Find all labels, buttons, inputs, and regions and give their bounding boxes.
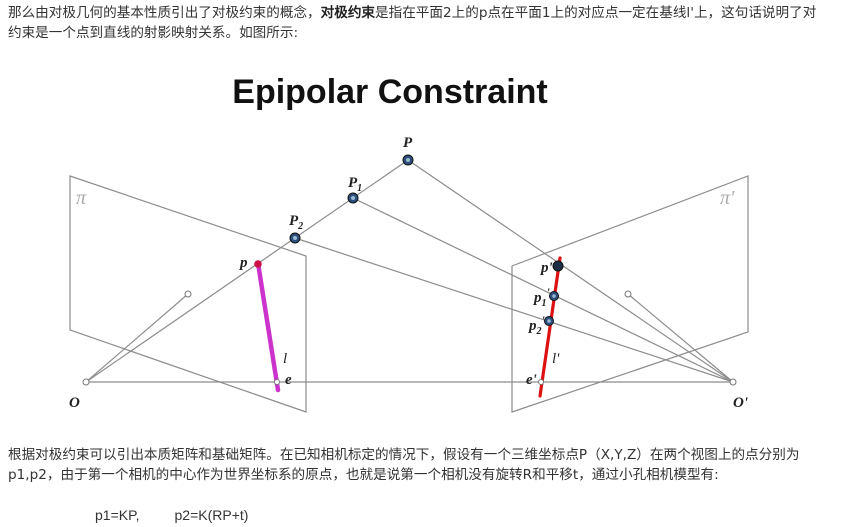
projection-formula: p1=KP, p2=K(RP+t) — [95, 507, 249, 523]
figure-title: Epipolar Constraint — [232, 73, 547, 111]
label-e-prime: e' — [526, 372, 537, 388]
right-small-point — [624, 290, 632, 298]
left-epipolar-line — [255, 260, 281, 393]
intro-text-after: 是指在平面2上的p点在平面1上的对应点一定在基线l'上，这句话说明了对 — [375, 5, 817, 21]
label-plane-right: π' — [720, 187, 735, 209]
label-P: P — [403, 135, 413, 151]
intro-paragraph: 那么由对极几何的基本性质引出了对极约束的概念，对极约束是指在平面2上的p点在平面… — [8, 3, 844, 43]
ray-P2-to-O-prime — [294, 237, 734, 383]
ray-P-to-O-prime — [407, 159, 734, 383]
label-p: p — [238, 255, 248, 271]
right-aux-ray — [627, 293, 734, 383]
intro-bold-term: 对极约束 — [320, 5, 376, 21]
label-l-prime: l' — [552, 351, 560, 367]
ray-P1-to-O-prime — [352, 197, 734, 383]
intro-text-line2: 约束是一个点到直线的射影映射关系。如图所示: — [8, 25, 299, 41]
epipolar-constraint-figure: Epipolar Constraint π π' P P1 P2 p l e O… — [69, 73, 749, 413]
camera-center-O — [82, 378, 90, 386]
left-small-point — [184, 290, 192, 298]
epipole-e — [274, 379, 280, 385]
body-paragraph: 根据对极约束可以引出本质矩阵和基础矩阵。在已知相机标定的情况下，假设有一个三维坐… — [8, 445, 844, 485]
body-text-line1: 根据对极约束可以引出本质矩阵和基础矩阵。在已知相机标定的情况下，假设有一个三维坐… — [8, 447, 800, 463]
point-p — [254, 260, 262, 268]
label-O-prime: O' — [733, 395, 748, 411]
right-epipolar-line — [538, 256, 562, 398]
body-text-line2: p1,p2，由于第一个相机的中心作为世界坐标系的原点，也就是说第一个相机没有旋转… — [8, 467, 719, 483]
label-p-prime: p' — [539, 260, 553, 276]
epipole-e-prime — [538, 379, 544, 385]
left-aux-ray — [85, 293, 189, 383]
label-l: l — [283, 351, 287, 367]
label-O: O — [69, 395, 80, 411]
label-e: e — [285, 372, 292, 388]
label-p2-prime: p2' — [527, 313, 546, 337]
camera-center-O-prime — [729, 378, 737, 386]
label-plane-left: π — [76, 187, 87, 209]
intro-text-before: 那么由对极几何的基本性质引出了对极约束的概念， — [8, 5, 321, 21]
label-P1: P1 — [348, 175, 362, 194]
point-p-prime — [552, 260, 564, 272]
label-P2: P2 — [289, 213, 303, 232]
